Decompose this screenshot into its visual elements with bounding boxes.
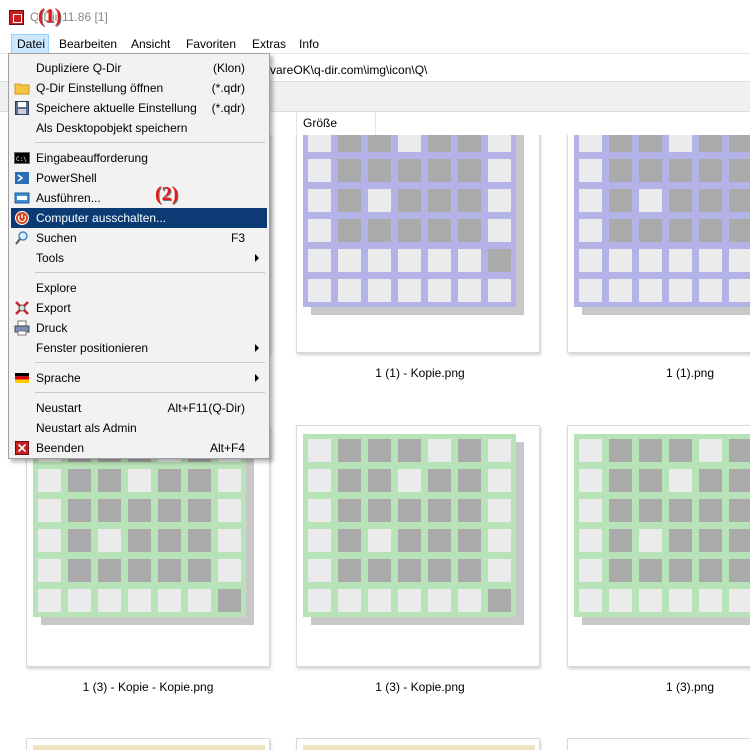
menu-item-label: Neustart xyxy=(36,401,82,415)
menu-item-label: Tools xyxy=(36,251,65,265)
q-dir-app-icon[interactable] xyxy=(9,10,24,25)
menu-item-label: Speichere aktuelle Einstellung xyxy=(36,101,197,115)
file-thumbnail[interactable] xyxy=(567,135,750,353)
file-thumbnail[interactable] xyxy=(26,738,270,750)
menu-item-label: Ausführen... xyxy=(36,191,101,205)
menu-item-label: Sprache xyxy=(36,371,81,385)
callout-1: (1) xyxy=(38,5,62,27)
menu-item-label: Dupliziere Q-Dir xyxy=(36,61,122,75)
power-icon xyxy=(14,210,30,226)
powershell-icon xyxy=(14,170,30,186)
png-grid-icon-preview xyxy=(33,434,254,625)
png-grid-icon-preview xyxy=(303,434,524,625)
png-grid-icon-preview xyxy=(574,135,750,315)
menu-item-label: Als Desktopobjekt speichern xyxy=(36,121,188,135)
exit-icon xyxy=(14,440,30,456)
menu-item-fenster-positionieren[interactable]: Fenster positionieren xyxy=(11,338,267,358)
png-grid-icon-preview xyxy=(303,135,524,315)
file-thumbnail[interactable] xyxy=(296,425,540,667)
file-name-label[interactable]: 1 (3) - Kopie.png xyxy=(320,680,520,694)
menu-bar: Datei Bearbeiten Ansicht Favoriten Extras Inf… xyxy=(0,34,750,54)
menu-item-als-desktopobjekt-speichern[interactable]: Als Desktopobjekt speichern xyxy=(11,118,267,138)
menu-item-ausführen[interactable]: Ausführen... xyxy=(11,188,267,208)
file-thumbnail[interactable] xyxy=(26,425,270,667)
menu-ansicht[interactable]: Ansicht xyxy=(126,34,173,54)
menu-info[interactable]: Info xyxy=(294,34,325,54)
menu-item-shortcut: Alt+F4 xyxy=(209,441,245,455)
menu-item-label: Suchen xyxy=(36,231,77,245)
menu-item-label: Beenden xyxy=(36,441,85,455)
print-icon xyxy=(14,320,30,336)
folder-icon xyxy=(14,80,30,96)
export-icon xyxy=(14,300,30,316)
address-path: vareOK\q-dir.com\img\icon\Q\ xyxy=(270,63,428,77)
menu-separator xyxy=(35,362,265,363)
png-grid-icon-preview xyxy=(303,745,535,750)
save-icon xyxy=(14,100,30,116)
menu-item-dupliziere-q-dir[interactable]: Dupliziere Q-Dir (Klon) xyxy=(11,58,267,78)
submenu-arrow-icon xyxy=(255,254,259,262)
png-grid-icon-preview xyxy=(574,434,750,625)
menu-item-q-dir-einstellung-öffnen[interactable]: Q-Dir Einstellung öffnen (*.qdr) xyxy=(11,78,267,98)
menu-item-druck[interactable]: Druck xyxy=(11,318,267,338)
menu-item-label: Neustart als Admin xyxy=(36,421,137,435)
menu-item-label: PowerShell xyxy=(36,171,97,185)
datei-dropdown-menu: Dupliziere Q-Dir (Klon) Q-Dir Einstellung … xyxy=(8,53,270,459)
file-thumbnail[interactable] xyxy=(296,135,540,353)
menu-item-suchen[interactable]: Suchen F3 xyxy=(11,228,267,248)
menu-item-shortcut: (Klon) xyxy=(212,61,245,75)
file-thumbnail[interactable] xyxy=(296,738,540,750)
menu-item-label: Eingabeaufforderung xyxy=(36,151,148,165)
menu-item-label: Fenster positionieren xyxy=(36,341,149,355)
menu-item-sprache[interactable]: Sprache xyxy=(11,368,267,388)
menu-item-shortcut: F3 xyxy=(230,231,245,245)
menu-item-neustart[interactable]: Neustart Alt+F11(Q-Dir) xyxy=(11,398,267,418)
file-name-label[interactable]: 1 (3).png xyxy=(590,680,750,694)
menu-item-explore[interactable]: Explore xyxy=(11,278,267,298)
menu-item-powershell[interactable]: PowerShell xyxy=(11,168,267,188)
menu-item-eingabeaufforderung[interactable]: C:\ Eingabeaufforderung xyxy=(11,148,267,168)
menu-bearbeiten[interactable]: Bearbeiten xyxy=(54,34,118,54)
menu-item-speichere-aktuelle-einstellung[interactable]: Speichere aktuelle Einstellung (*.qdr) xyxy=(11,98,267,118)
column-header-size[interactable]: Größe xyxy=(296,112,376,135)
menu-item-beenden[interactable]: Beenden Alt+F4 xyxy=(11,438,267,458)
menu-separator xyxy=(35,142,265,143)
submenu-arrow-icon xyxy=(255,374,259,382)
menu-separator xyxy=(35,392,265,393)
file-name-label[interactable]: 1 (1).png xyxy=(590,366,750,380)
menu-favoriten[interactable]: Favoriten xyxy=(181,34,241,54)
menu-item-export[interactable]: Export xyxy=(11,298,267,318)
menu-item-label: Explore xyxy=(36,281,77,295)
file-thumbnail[interactable] xyxy=(567,738,750,750)
file-thumbnail[interactable] xyxy=(567,425,750,667)
menu-item-label: Q-Dir Einstellung öffnen xyxy=(36,81,164,95)
menu-item-label: Druck xyxy=(36,321,68,335)
png-grid-icon-preview xyxy=(33,745,265,750)
language-flag-icon xyxy=(14,370,30,386)
command-prompt-icon: C:\ xyxy=(14,150,30,166)
menu-item-label: Computer ausschalten... xyxy=(36,211,167,225)
submenu-arrow-icon xyxy=(255,344,259,352)
menu-item-shortcut: Alt+F11(Q-Dir) xyxy=(167,401,245,415)
menu-datei[interactable]: Datei xyxy=(11,34,49,54)
search-icon xyxy=(14,230,30,246)
file-name-label[interactable]: 1 (3) - Kopie - Kopie.png xyxy=(48,680,248,694)
menu-item-label: Export xyxy=(36,301,71,315)
menu-separator xyxy=(35,272,265,273)
menu-item-shortcut: (*.qdr) xyxy=(211,101,245,115)
svg-text:C:\: C:\ xyxy=(16,156,27,163)
callout-2: (2) xyxy=(155,183,179,205)
menu-item-neustart-als-admin[interactable]: Neustart als Admin xyxy=(11,418,267,438)
title-bar: Q-Dir 11.86 [1] (1) xyxy=(0,0,750,34)
menu-item-tools[interactable]: Tools xyxy=(11,248,267,268)
menu-item-shortcut: (*.qdr) xyxy=(211,81,245,95)
menu-item-computer-ausschalten[interactable]: Computer ausschalten... xyxy=(11,208,267,228)
file-name-label[interactable]: 1 (1) - Kopie.png xyxy=(320,366,520,380)
run-icon xyxy=(14,190,30,206)
menu-extras[interactable]: Extras xyxy=(247,34,287,54)
